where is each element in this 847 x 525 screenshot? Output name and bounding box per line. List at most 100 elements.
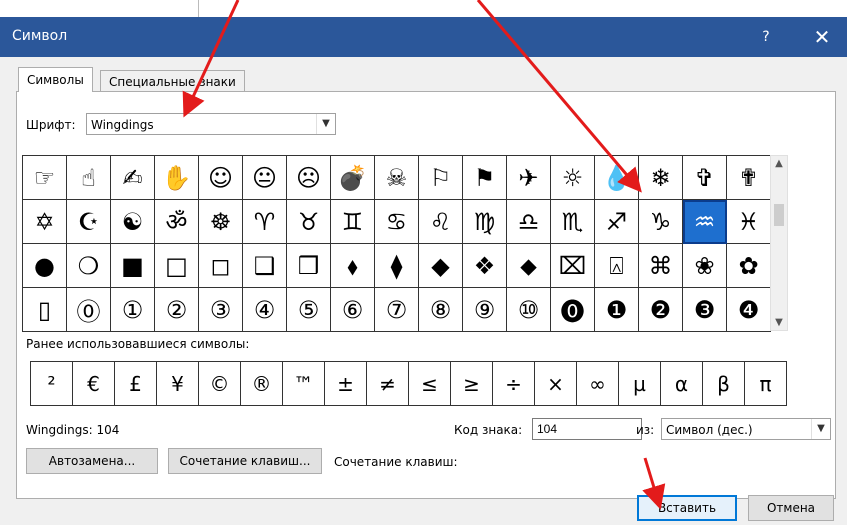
symbol-cell[interactable]: ❑ [243,244,287,288]
symbol-cell[interactable]: ☼ [551,156,595,200]
symbol-cell[interactable]: ☠ [375,156,419,200]
symbol-cell[interactable]: ⧫ [375,244,419,288]
symbol-cell[interactable]: 💣 [331,156,375,200]
recent-symbol-cell[interactable]: ≥ [451,362,493,406]
symbol-cell[interactable]: ❒ [287,244,331,288]
symbol-cell[interactable]: ⬧ [331,244,375,288]
symbol-cell[interactable]: ☞ [23,156,67,200]
symbol-cell[interactable]: ♌ [419,200,463,244]
recent-symbol-cell[interactable]: ≠ [367,362,409,406]
symbol-cell[interactable]: ✋ [155,156,199,200]
symbol-cell[interactable]: ⚑ [463,156,507,200]
symbol-cell[interactable]: ❖ [463,244,507,288]
recent-symbol-cell[interactable]: © [199,362,241,406]
symbol-cell[interactable]: ♋ [375,200,419,244]
recent-symbol-cell[interactable]: ¥ [157,362,199,406]
symbol-cell[interactable]: 😐 [243,156,287,200]
symbol-cell[interactable]: ♑ [639,200,683,244]
symbol-cell[interactable]: ⑦ [375,288,419,332]
symbol-cell[interactable]: ♓ [727,200,771,244]
insert-button[interactable]: Вставить [637,495,737,521]
symbol-cell[interactable]: ♎ [507,200,551,244]
symbol-cell[interactable]: ❷ [639,288,683,332]
recent-symbol-cell[interactable]: ± [325,362,367,406]
scroll-up-icon[interactable]: ▲ [771,158,787,169]
symbol-cell[interactable]: ⑥ [331,288,375,332]
symbol-cell[interactable]: ◻ [199,244,243,288]
char-code-input[interactable] [532,418,642,440]
symbol-cell[interactable]: ❍ [67,244,111,288]
recent-symbol-cell[interactable]: ≤ [409,362,451,406]
symbol-cell[interactable]: ♈ [243,200,287,244]
symbol-cell[interactable]: ♒ [683,200,727,244]
close-button[interactable]: ✕ [808,23,836,51]
recent-symbol-cell[interactable]: £ [115,362,157,406]
symbol-cell[interactable]: 💧 [595,156,639,200]
symbol-cell[interactable]: ⌘ [639,244,683,288]
symbol-cell[interactable]: ☸ [199,200,243,244]
recent-symbol-cell[interactable]: × [535,362,577,406]
recent-symbol-cell[interactable]: ÷ [493,362,535,406]
symbol-cell[interactable]: ⓿ [551,288,595,332]
symbol-cell[interactable]: ✞ [683,156,727,200]
symbol-cell[interactable]: ③ [199,288,243,332]
recent-symbol-cell[interactable]: π [745,362,787,406]
symbol-cell[interactable]: ❄ [639,156,683,200]
symbol-cell[interactable]: ❸ [683,288,727,332]
symbol-cell[interactable]: ● [23,244,67,288]
symbol-cell[interactable]: ❹ [727,288,771,332]
symbol-cell[interactable]: ☝ [67,156,111,200]
shortcut-key-button[interactable]: Сочетание клавиш... [168,448,322,474]
symbol-cell[interactable]: ⍓ [595,244,639,288]
chevron-down-icon[interactable]: ▼ [811,419,830,439]
symbol-cell[interactable]: ❶ [595,288,639,332]
symbol-cell[interactable]: ⚐ [419,156,463,200]
symbol-cell[interactable]: ✡ [23,200,67,244]
symbol-cell[interactable]: ☯ [111,200,155,244]
symbol-cell[interactable]: ❀ [683,244,727,288]
recent-symbol-cell[interactable]: ² [31,362,73,406]
symbol-cell[interactable]: ⑧ [419,288,463,332]
symbol-cell[interactable]: ① [111,288,155,332]
font-select[interactable]: Wingdings ▼ [86,113,336,135]
symbol-cell[interactable]: ④ [243,288,287,332]
recent-symbol-cell[interactable]: ™ [283,362,325,406]
symbol-cell[interactable]: ⬥ [507,244,551,288]
symbol-cell[interactable]: ☪ [67,200,111,244]
symbol-cell[interactable]: ♉ [287,200,331,244]
symbol-cell[interactable]: □ [155,244,199,288]
chevron-down-icon[interactable]: ▼ [316,114,335,134]
recent-symbol-cell[interactable]: ∞ [577,362,619,406]
scroll-down-icon[interactable]: ▼ [771,317,787,328]
recent-symbol-cell[interactable]: € [73,362,115,406]
tab-special-characters[interactable]: Специальные знаки [100,70,245,93]
tab-symbols[interactable]: Символы [18,67,93,92]
symbol-cell[interactable]: ⑤ [287,288,331,332]
symbol-cell[interactable]: ☺ [199,156,243,200]
symbol-grid-scrollbar[interactable]: ▲ ▼ [770,155,788,331]
symbol-cell[interactable]: ⑨ [463,288,507,332]
symbol-cell[interactable]: ☹ [287,156,331,200]
scrollbar-thumb[interactable] [774,204,784,226]
recent-symbol-cell[interactable]: ® [241,362,283,406]
symbol-cell[interactable]: ② [155,288,199,332]
symbol-cell[interactable]: ♍ [463,200,507,244]
symbol-cell[interactable]: ▯ [23,288,67,332]
help-button[interactable]: ? [754,25,778,49]
symbol-cell[interactable]: ✍ [111,156,155,200]
symbol-cell[interactable]: ♏ [551,200,595,244]
symbol-cell[interactable]: ■ [111,244,155,288]
symbol-cell[interactable]: ♐ [595,200,639,244]
recent-symbol-cell[interactable]: µ [619,362,661,406]
cancel-button[interactable]: Отмена [748,495,834,521]
symbol-cell[interactable]: ✈ [507,156,551,200]
symbol-cell[interactable]: ✿ [727,244,771,288]
symbol-cell[interactable]: ⌧ [551,244,595,288]
symbol-cell[interactable]: ◆ [419,244,463,288]
autocorrect-button[interactable]: Автозамена... [26,448,158,474]
symbol-cell[interactable]: ⓪ [67,288,111,332]
recent-symbol-cell[interactable]: β [703,362,745,406]
recent-symbol-cell[interactable]: α [661,362,703,406]
symbol-cell[interactable]: ✟ [727,156,771,200]
symbol-cell[interactable]: ♊ [331,200,375,244]
